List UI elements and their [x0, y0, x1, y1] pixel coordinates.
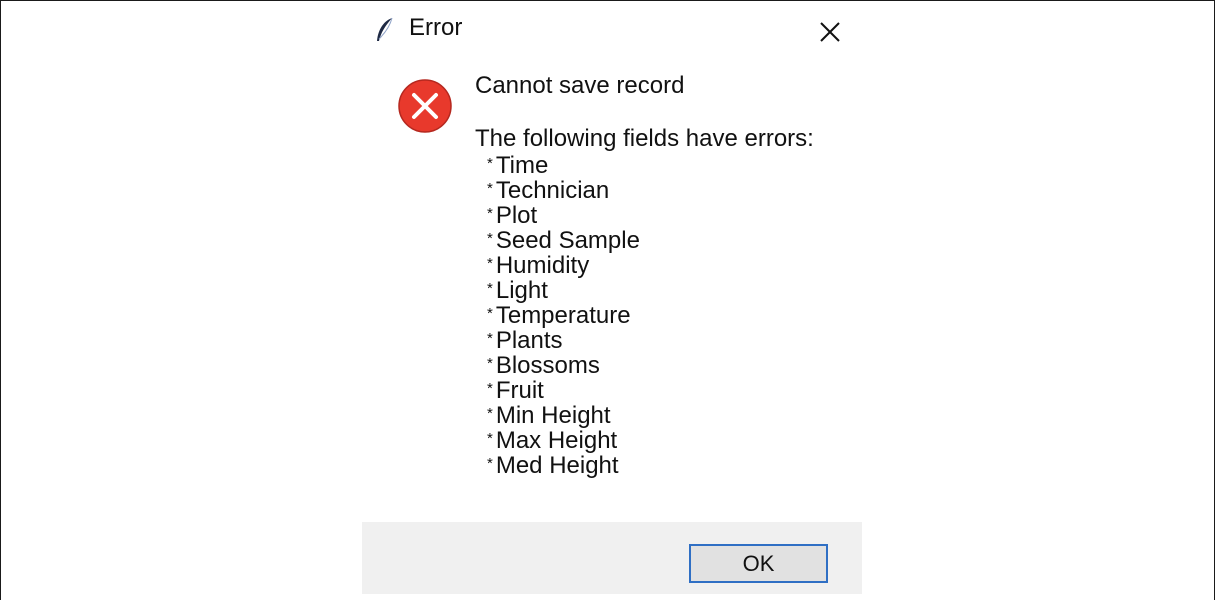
list-item: * Med Height — [487, 451, 640, 479]
field-name: Time — [495, 152, 549, 179]
field-name: Med Height — [495, 452, 619, 479]
bullet-star: * — [487, 430, 493, 447]
error-detail-header: The following fields have errors: — [475, 125, 814, 152]
list-item: * Temperature — [487, 301, 640, 329]
window-title: Error — [409, 14, 463, 41]
list-item: * Min Height — [487, 401, 640, 429]
field-name: Temperature — [495, 302, 631, 329]
bullet-star: * — [487, 355, 493, 372]
list-item: * Light — [487, 276, 640, 304]
bullet-star: * — [487, 330, 493, 347]
bullet-star: * — [487, 205, 493, 222]
button-bar: OK — [362, 522, 862, 594]
field-name: Blossoms — [495, 352, 600, 379]
list-item: * Humidity — [487, 251, 640, 279]
close-icon[interactable] — [816, 18, 844, 46]
list-item: * Seed Sample — [487, 226, 640, 254]
list-item: * Max Height — [487, 426, 640, 454]
field-name: Fruit — [495, 377, 544, 404]
error-dialog: Error Cannot save record The following f… — [362, 0, 862, 594]
list-item: * Plants — [487, 326, 640, 354]
bullet-star: * — [487, 255, 493, 272]
field-name: Light — [495, 277, 548, 304]
field-name: Plot — [495, 202, 538, 229]
bullet-star: * — [487, 180, 493, 197]
list-item: * Plot — [487, 201, 640, 229]
field-name: Humidity — [495, 252, 590, 279]
field-name: Plants — [495, 327, 563, 354]
field-name: Min Height — [495, 402, 611, 429]
list-item: * Blossoms — [487, 351, 640, 379]
ok-button[interactable]: OK — [689, 544, 828, 583]
bullet-star: * — [487, 280, 493, 297]
list-item: * Time — [487, 151, 640, 179]
bullet-star: * — [487, 230, 493, 247]
error-message: Cannot save record — [475, 72, 685, 99]
error-icon — [398, 79, 452, 133]
field-name: Max Height — [495, 427, 618, 454]
list-item: * Fruit — [487, 376, 640, 404]
bullet-star: * — [487, 455, 493, 472]
list-item: * Technician — [487, 176, 640, 204]
bullet-star: * — [487, 405, 493, 422]
bullet-star: * — [487, 380, 493, 397]
error-field-list: * Time * Technician * Plot * Seed Sample * Hu… — [487, 151, 640, 479]
bullet-star: * — [487, 155, 493, 172]
title-bar[interactable]: Error — [362, 0, 862, 58]
bullet-star: * — [487, 305, 493, 322]
field-name: Seed Sample — [495, 227, 640, 254]
field-name: Technician — [495, 177, 610, 204]
feather-icon — [377, 17, 393, 41]
